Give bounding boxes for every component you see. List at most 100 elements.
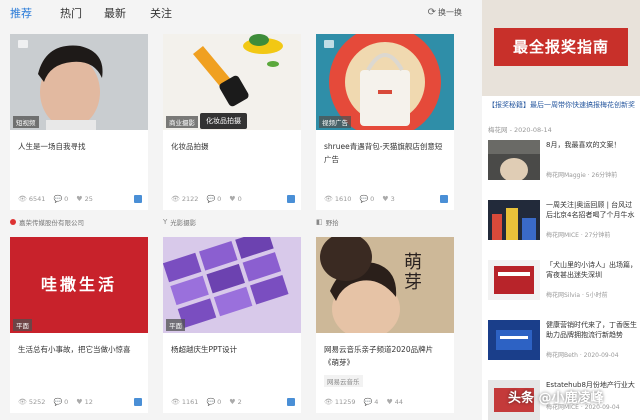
owner-link[interactable]: Y 光影摄影 [163, 217, 196, 227]
poster-title: 萌芽 [404, 252, 422, 293]
tab-latest[interactable]: 最新 [104, 5, 126, 21]
film-poster-image [316, 237, 454, 333]
article-meta: 梅花网Maggie · 26分钟前 [546, 172, 618, 179]
article-thumbnail[interactable] [488, 140, 540, 180]
view-count: 2122 [181, 195, 199, 203]
article-title[interactable]: 8月，我最喜欢的文案！ [546, 140, 638, 150]
like-count: 3 [390, 195, 395, 203]
article-title[interactable]: 一周关注|奥运回顾 | 台风过后北京4名招者喝了个月牛水 [546, 200, 638, 220]
brand-logo-icon [10, 219, 16, 225]
view-count: 1610 [334, 195, 352, 203]
card-thumbnail[interactable]: 短视频 [10, 34, 148, 130]
comment-icon: 💬 [53, 195, 63, 203]
sidebar: 最全报奖指南 【报奖秘籍】最后一周带你快速搞报梅花创新奖 梅花网 - 2020-… [482, 0, 640, 420]
card-stats: 👁 11259 💬 4 ♥ 44 [324, 397, 448, 407]
article-meta: 梅花网Beth · 2020-09-04 [546, 352, 619, 359]
tab-recommended[interactable]: 推荐 [10, 5, 32, 21]
article-image [488, 140, 540, 180]
card-stats: 👁 2122 💬 0 ♥ 0 [171, 194, 295, 204]
main-feed: 推荐 热门 最新 关注 ⟳ 换一换 短视频 人生是一场自我寻找 👁 6541 💬 0… [0, 0, 472, 420]
card-title[interactable]: 网易云音乐亲子频道2020品牌片《萌芽》 [324, 343, 448, 369]
card-title[interactable]: shruee青遇背包-天猫旗舰店创意短广告 [324, 140, 448, 166]
card-stats: 👁 5252 💬 0 ♥ 12 [18, 397, 142, 407]
like-icon: ♥ [382, 195, 389, 203]
feed-tabs: 推荐 热门 最新 关注 ⟳ 换一换 [0, 0, 472, 26]
card-title[interactable]: 生活总有小事故，把它当做小惊喜 [18, 343, 142, 356]
owner-name: 嘉荣传媒股份有限公司 [19, 219, 84, 227]
comment-count: 0 [64, 195, 69, 203]
article-thumbnail[interactable] [488, 260, 540, 300]
owner-link[interactable]: ◧ 野拾 [316, 217, 339, 227]
work-card[interactable]: 萌芽 网易云音乐亲子频道2020品牌片《萌芽》 网易云音乐 👁 11259 💬 4 … [316, 237, 454, 413]
article-image [488, 200, 540, 240]
article-item[interactable]: 8月，我最喜欢的文案！ 梅花网Maggie · 26分钟前 [488, 140, 640, 180]
card-stats: 👁 6541 💬 0 ♥ 25 [18, 194, 142, 204]
brand-logo-icon: Y [163, 218, 168, 226]
refresh-label: 换一换 [438, 8, 462, 17]
view-icon: 👁 [171, 195, 180, 203]
collect-icon[interactable] [440, 195, 448, 203]
work-card[interactable]: 平面 杨超越庆生PPT设计 👁 1161 💬 0 ♥ 2 [163, 237, 301, 413]
article-item[interactable]: 健康营销时代来了，丁香医生助力品牌拥抱流行新趋势 梅花网Beth · 2020-… [488, 320, 640, 360]
card-title[interactable]: 杨超越庆生PPT设计 [171, 343, 295, 356]
view-count: 5252 [28, 398, 46, 406]
article-title[interactable]: 「犬山里的小诗人」出场篇，宵夜甚出迷失深圳 [546, 260, 638, 280]
collect-icon[interactable] [287, 195, 295, 203]
article-title[interactable]: 健康营销时代来了，丁香医生助力品牌拥抱流行新趋势 [546, 320, 638, 340]
view-count: 1161 [181, 398, 199, 406]
tab-following[interactable]: 关注 [150, 5, 172, 21]
refresh-icon: ⟳ [427, 7, 436, 18]
card-stats: 👁 1610 💬 0 ♥ 3 [324, 194, 448, 204]
feature-article-title[interactable]: 【报奖秘籍】最后一周带你快速搞报梅花创新奖 [488, 100, 638, 111]
like-icon: ♥ [386, 398, 393, 406]
sidebar-banner[interactable]: 最全报奖指南 [482, 0, 640, 96]
like-icon: ♥ [229, 398, 236, 406]
card-thumbnail[interactable]: 平面 [163, 237, 301, 333]
owner-link[interactable]: 嘉荣传媒股份有限公司 [10, 217, 84, 227]
comment-count: 0 [217, 195, 222, 203]
work-card[interactable]: 哇撒生活 平面 生活总有小事故，把它当做小惊喜 👁 5252 💬 0 ♥ 12 [10, 237, 148, 413]
article-meta: 梅花网MICE · 27分钟前 [546, 232, 611, 239]
work-card[interactable]: 视频广告 shruee青遇背包-天猫旗舰店创意短广告 👁 1610 💬 0 ♥ 3 [316, 34, 454, 210]
view-icon: 👁 [18, 398, 27, 406]
view-icon: 👁 [18, 195, 27, 203]
comment-icon: 💬 [53, 398, 63, 406]
article-thumbnail[interactable] [488, 320, 540, 360]
video-icon [18, 40, 28, 48]
card-title[interactable]: 人生是一场自我寻找 [18, 140, 142, 153]
watermark: 头条 @小鹿凌峰 [508, 391, 604, 406]
like-count: 12 [84, 398, 93, 406]
collect-icon[interactable] [134, 195, 142, 203]
comment-count: 4 [374, 398, 379, 406]
category-tag: 商业摄影 [166, 116, 198, 128]
comment-count: 0 [217, 398, 222, 406]
card-title[interactable]: 化妆品拍摄 [171, 140, 295, 153]
category-tag: 平面 [166, 319, 185, 331]
comment-count: 0 [370, 195, 375, 203]
card-thumbnail[interactable]: 哇撒生活 平面 [10, 237, 148, 333]
tab-popular[interactable]: 热门 [60, 5, 82, 21]
feature-article-meta: 梅花网 - 2020-08-14 [488, 126, 552, 134]
like-count: 2 [237, 398, 242, 406]
view-icon: 👁 [171, 398, 180, 406]
refresh-button[interactable]: ⟳ 换一换 [428, 7, 462, 18]
collect-icon[interactable] [134, 398, 142, 406]
like-icon: ♥ [229, 195, 236, 203]
article-thumbnail[interactable] [488, 200, 540, 240]
article-item[interactable]: 一周关注|奥运回顾 | 台风过后北京4名招者喝了个月牛水 梅花网MICE · 2… [488, 200, 640, 240]
hover-tooltip: 化妆品拍摄 [200, 113, 247, 129]
owner-name: 野拾 [325, 219, 339, 227]
article-image [488, 260, 540, 300]
work-card[interactable]: 短视频 人生是一场自我寻找 👁 6541 💬 0 ♥ 25 [10, 34, 148, 210]
comment-icon: 💬 [206, 398, 216, 406]
video-icon [324, 40, 334, 48]
like-icon: ♥ [76, 195, 83, 203]
card-thumbnail[interactable]: 视频广告 [316, 34, 454, 130]
article-meta: 梅花网Silvia · 5小时前 [546, 292, 608, 299]
like-count: 0 [237, 195, 242, 203]
like-icon: ♥ [76, 398, 83, 406]
collect-icon[interactable] [287, 398, 295, 406]
article-item[interactable]: 「犬山里的小诗人」出场篇，宵夜甚出迷失深圳 梅花网Silvia · 5小时前 [488, 260, 640, 300]
card-thumbnail[interactable]: 萌芽 [316, 237, 454, 333]
owner-name: 光影摄影 [170, 219, 197, 227]
